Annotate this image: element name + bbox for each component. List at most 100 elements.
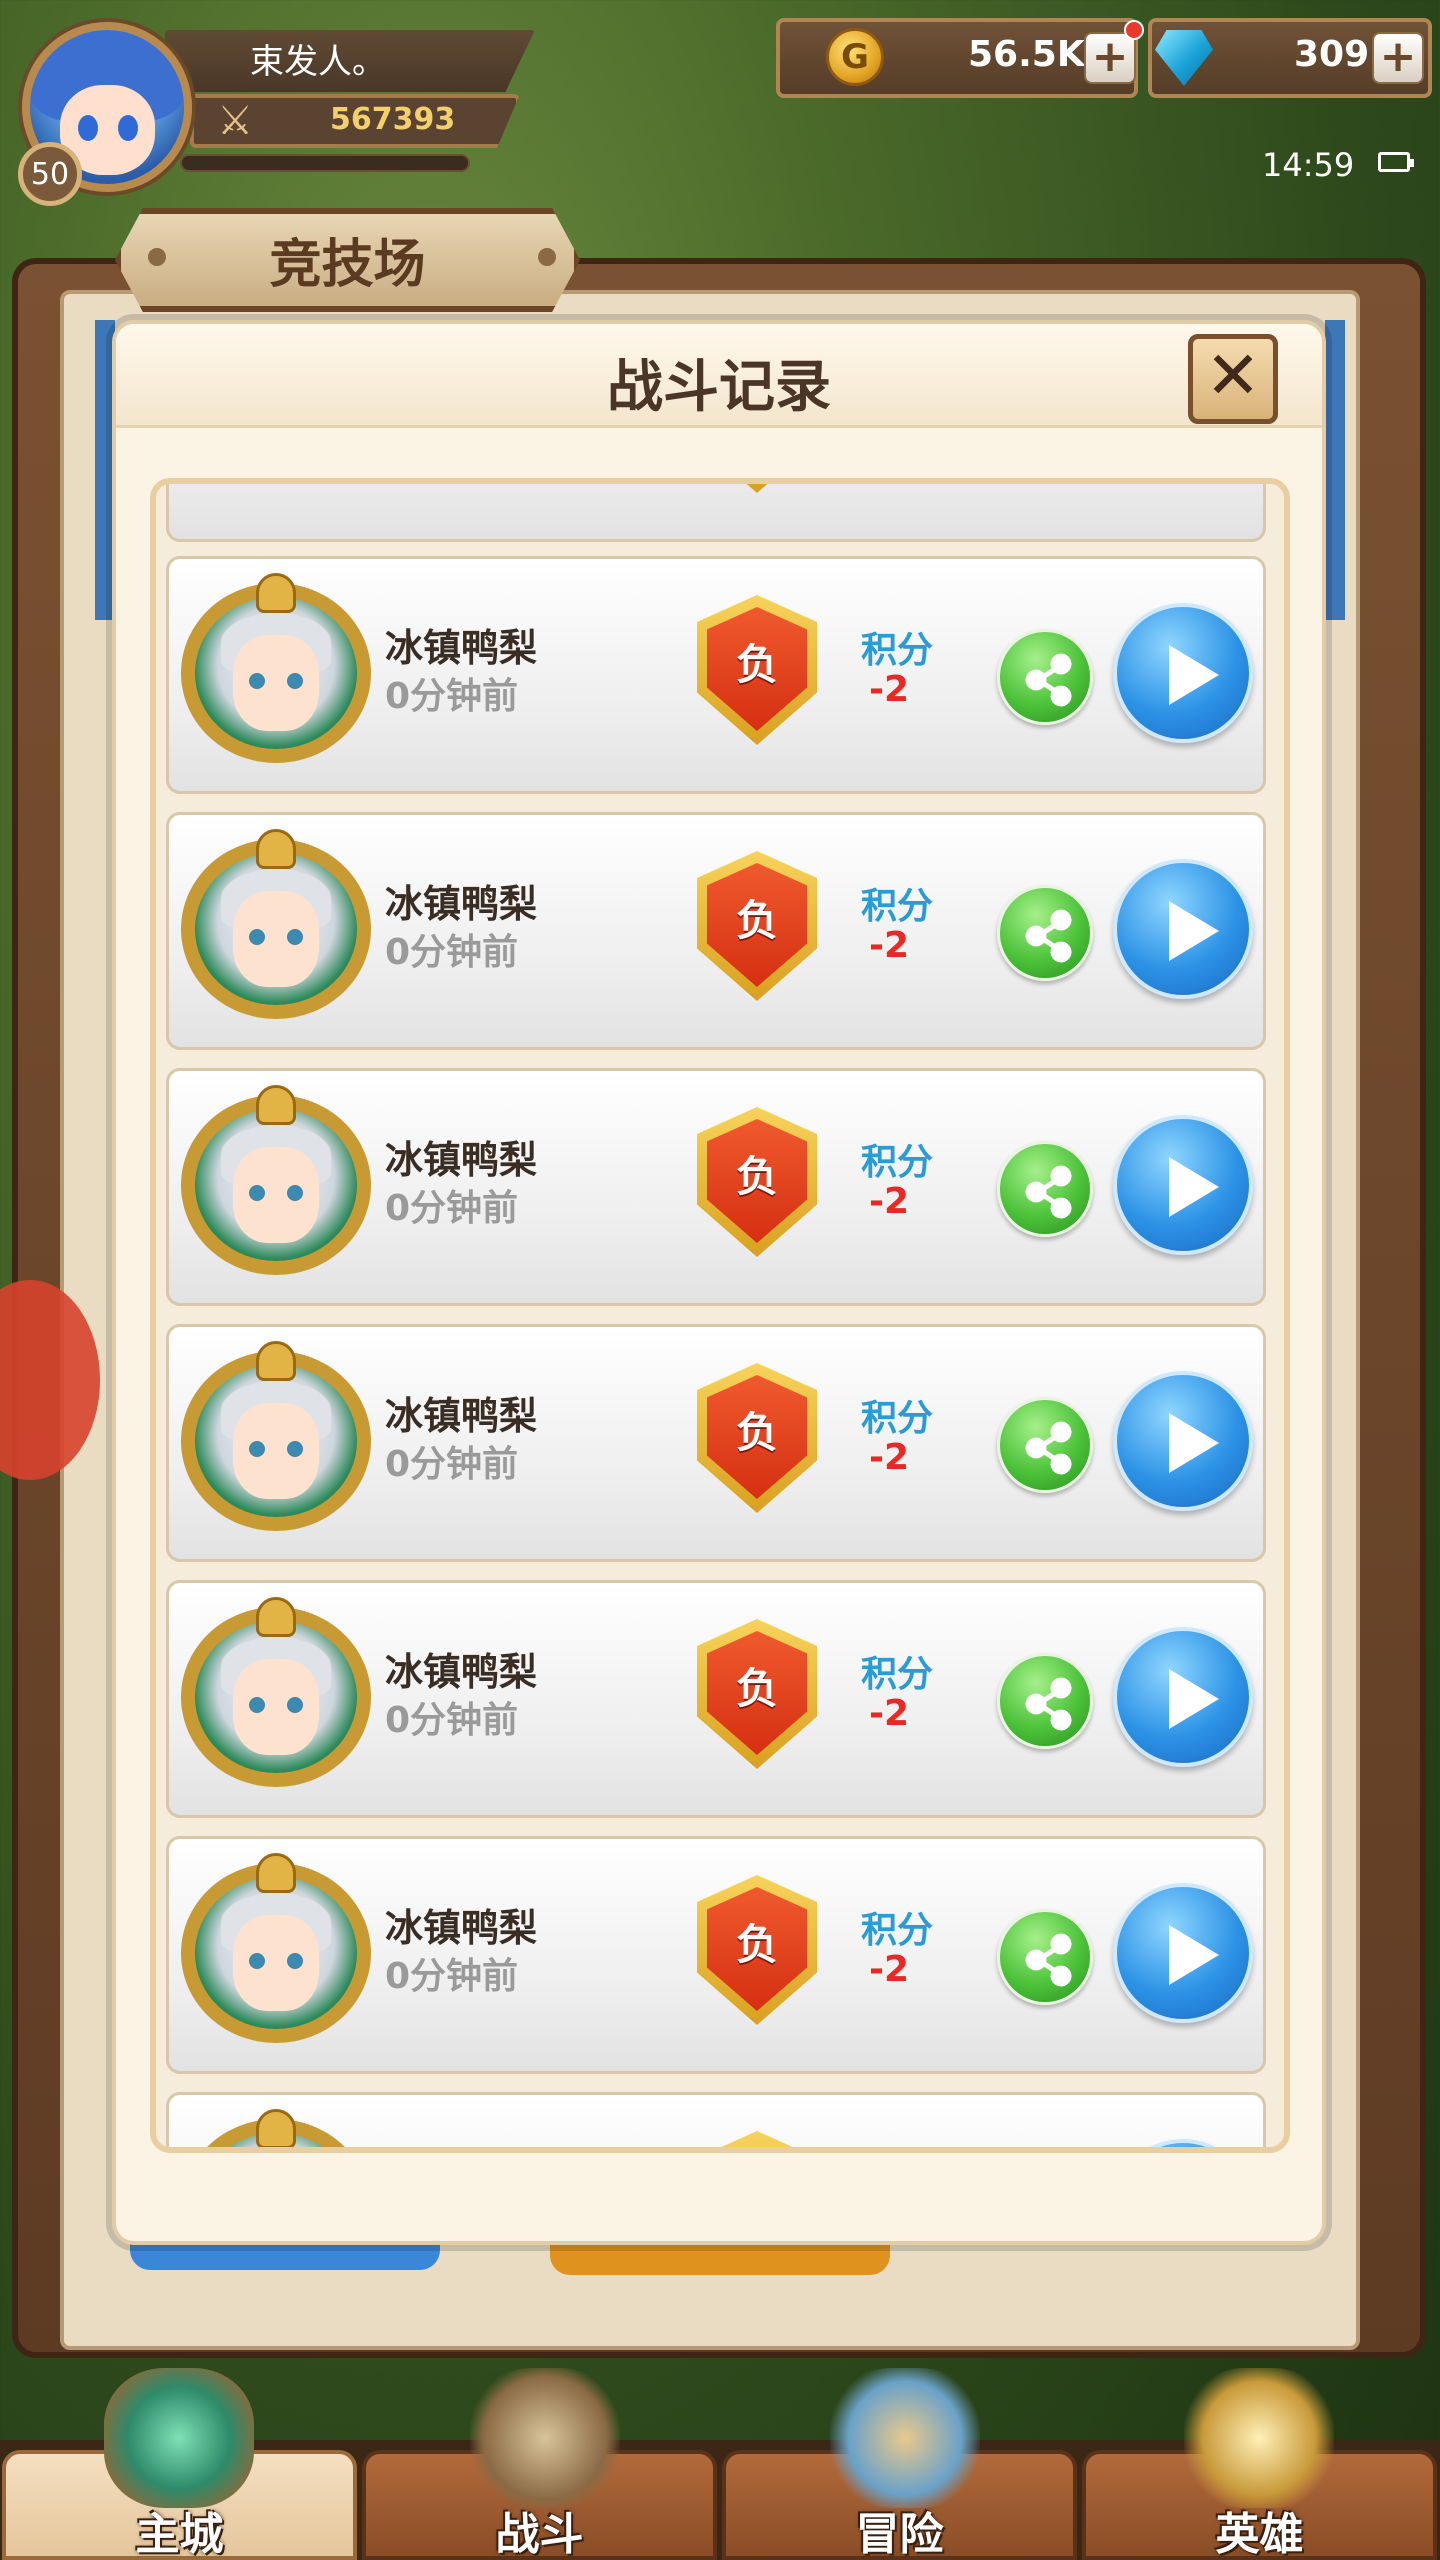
level-badge: 50	[18, 142, 82, 206]
share-button[interactable]	[997, 1653, 1093, 1749]
record-time: 0分钟前	[385, 1956, 519, 1997]
hero-eye	[249, 1441, 265, 1457]
nav-label: 冒险	[855, 2509, 944, 2560]
record-row: 冰镇鸭梨 0分钟前 负 积分 -2	[166, 1836, 1266, 2074]
helmet-icon	[256, 1853, 296, 1893]
record-time: 0分钟前	[385, 676, 519, 717]
share-icon	[1025, 1421, 1072, 1475]
replay-button[interactable]	[1113, 603, 1253, 743]
avatar-eye	[118, 115, 138, 141]
result-badge: 负	[697, 1107, 817, 1257]
opponent-hero-portrait[interactable]	[181, 829, 371, 1029]
share-button[interactable]	[997, 885, 1093, 981]
result-text: 负	[707, 1119, 807, 1243]
share-icon	[1025, 1677, 1072, 1731]
share-icon	[1025, 909, 1072, 963]
nav-label: 战斗	[495, 2509, 584, 2560]
opponent-hero-portrait[interactable]	[181, 1341, 371, 1541]
clock: 14:59	[1262, 146, 1355, 184]
score-label: 积分	[861, 886, 934, 927]
helmet-icon	[256, 573, 296, 613]
hero-eye	[249, 1953, 265, 1969]
opponent-hero-portrait[interactable]	[181, 573, 371, 773]
score-change: -2	[869, 1693, 909, 1734]
nav-label: 主城	[135, 2509, 224, 2560]
score-change: -2	[869, 1181, 909, 1222]
result-badge: 负	[697, 595, 817, 745]
record-row-partial	[166, 2092, 1266, 2147]
record-row: 冰镇鸭梨 0分钟前 负 积分 -2	[166, 812, 1266, 1050]
record-time: 0分钟前	[385, 932, 519, 973]
add-gems-button[interactable]: +	[1372, 32, 1424, 84]
play-icon	[1169, 1925, 1219, 1985]
score-change: -2	[869, 1437, 909, 1478]
hero-eye	[287, 1441, 303, 1457]
opponent-hero-portrait[interactable]	[181, 1085, 371, 1285]
share-button[interactable]	[997, 1397, 1093, 1493]
score-label: 积分	[861, 1142, 934, 1183]
hero-eye	[249, 929, 265, 945]
hero-face	[233, 635, 319, 731]
opponent-hero-portrait	[181, 2109, 371, 2147]
result-badge	[697, 2131, 817, 2147]
share-button[interactable]	[997, 1909, 1093, 2005]
hero-face	[233, 1403, 319, 1499]
gold-amount: 56.5K	[968, 34, 1085, 75]
close-button[interactable]: ✕	[1188, 334, 1278, 424]
crossed-swords-icon	[470, 2368, 620, 2508]
helmet-icon	[256, 1597, 296, 1637]
replay-button[interactable]	[1113, 1371, 1253, 1511]
play-icon	[1169, 901, 1219, 961]
helmet-icon	[256, 829, 296, 869]
opponent-name: 冰镇鸭梨	[385, 626, 538, 670]
main-city-icon	[104, 2368, 254, 2508]
result-badge: 负	[697, 851, 817, 1001]
dialog-title: 战斗记录	[607, 355, 831, 420]
play-icon	[1169, 645, 1219, 705]
hero-face	[233, 1659, 319, 1755]
replay-button[interactable]	[1113, 1883, 1253, 2023]
record-time: 0分钟前	[385, 1188, 519, 1229]
record-row-partial	[166, 484, 1266, 542]
combat-power: 567393	[330, 102, 456, 137]
score-change: -2	[869, 925, 909, 966]
replay-button	[1113, 2139, 1253, 2147]
result-badge: 负	[697, 1875, 817, 2025]
share-button[interactable]	[997, 1141, 1093, 1237]
helmet-icon	[256, 1341, 296, 1381]
opponent-name: 冰镇鸭梨	[385, 1906, 538, 1950]
share-icon	[1025, 653, 1072, 707]
result-badge: 负	[697, 1619, 817, 1769]
opponent-hero-portrait[interactable]	[181, 1597, 371, 1797]
result-badge	[697, 484, 817, 493]
play-icon	[1169, 1669, 1219, 1729]
score-change: -2	[869, 1949, 909, 1990]
record-row: 冰镇鸭梨 0分钟前 负 积分 -2	[166, 1580, 1266, 1818]
score-label: 积分	[861, 1910, 934, 1951]
record-time: 0分钟前	[385, 1444, 519, 1485]
record-row: 冰镇鸭梨 0分钟前 负 积分 -2	[166, 556, 1266, 794]
opponent-hero-portrait[interactable]	[181, 1853, 371, 2053]
share-button[interactable]	[997, 629, 1093, 725]
gold-coin-icon: G	[826, 28, 884, 86]
helmet-icon	[256, 1085, 296, 1125]
replay-button[interactable]	[1113, 1627, 1253, 1767]
hero-eye	[249, 1185, 265, 1201]
result-text: 负	[707, 1375, 807, 1499]
helmet-icon	[256, 2109, 296, 2147]
add-gold-button[interactable]: +	[1084, 32, 1136, 84]
hero-crest-icon	[1184, 2368, 1334, 2508]
nav-label: 英雄	[1215, 2509, 1304, 2560]
hero-eye	[287, 1953, 303, 1969]
score-label: 积分	[861, 630, 934, 671]
replay-button[interactable]	[1113, 859, 1253, 999]
notification-dot	[1124, 20, 1144, 40]
replay-button[interactable]	[1113, 1115, 1253, 1255]
result-text: 负	[707, 1631, 807, 1755]
hero-eye	[287, 929, 303, 945]
gem-amount: 309	[1294, 34, 1370, 75]
record-list[interactable]: 冰镇鸭梨 0分钟前 负 积分 -2 冰镇鸭梨 0分钟前 负 积分 -2 冰镇鸭梨…	[150, 478, 1290, 2153]
screen-title: 竞技场	[269, 235, 426, 295]
hero-face	[233, 1147, 319, 1243]
crossed-swords-icon: ⚔	[217, 98, 253, 144]
